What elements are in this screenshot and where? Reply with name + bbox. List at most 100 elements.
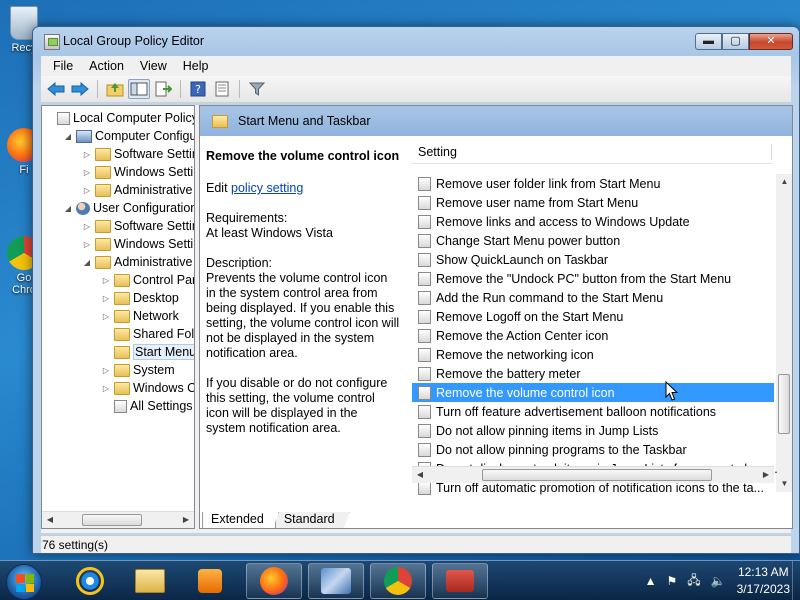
taskbar-internet-explorer[interactable]	[62, 563, 118, 599]
scroll-thumb[interactable]	[778, 374, 790, 434]
show-hidden-icons-icon[interactable]: ▲	[645, 574, 657, 588]
scroll-right-arrow-icon[interactable]: ▶	[178, 512, 194, 528]
expand-toggle-icon[interactable]: ▷	[101, 312, 111, 321]
setting-row[interactable]: Remove user name from Start Menu	[412, 193, 774, 212]
tree-item[interactable]: Local Computer Policy	[44, 109, 194, 127]
action-center-flag-icon[interactable]: ⚑	[667, 574, 678, 588]
scroll-down-arrow-icon[interactable]: ▼	[776, 476, 792, 492]
taskbar-media-player[interactable]	[182, 563, 238, 599]
tree-item[interactable]: Shared Folder	[101, 325, 194, 343]
expand-toggle-icon[interactable]: ◢	[63, 132, 73, 141]
setting-row[interactable]: Show QuickLaunch on Taskbar	[412, 250, 774, 269]
tree-item[interactable]: ◢ Administrative Te	[82, 253, 194, 271]
setting-row[interactable]: Remove the battery meter	[412, 364, 774, 383]
expand-toggle-icon[interactable]: ▷	[82, 150, 92, 159]
expand-toggle-icon[interactable]: ▷	[82, 168, 92, 177]
tree-item[interactable]: ◢ User Configuration	[63, 199, 194, 217]
back-arrow-icon[interactable]	[45, 79, 67, 99]
filter-icon[interactable]	[246, 79, 268, 99]
list-horizontal-scrollbar[interactable]: ◀ ▶	[412, 466, 774, 483]
export-list-icon[interactable]	[152, 79, 174, 99]
expand-toggle-icon[interactable]: ▷	[101, 294, 111, 303]
setting-row[interactable]: Remove user folder link from Start Menu	[412, 174, 774, 193]
scroll-left-arrow-icon[interactable]: ◀	[42, 512, 58, 528]
setting-row[interactable]: Remove the Action Center icon	[412, 326, 774, 345]
list-vertical-scrollbar[interactable]: ▲ ▼	[776, 174, 792, 492]
tree-item[interactable]: ▷ Control Panel	[101, 271, 194, 289]
tree-item[interactable]: ▷ Network	[101, 307, 179, 325]
details-header: Start Menu and Taskbar	[200, 106, 792, 136]
scroll-right-arrow-icon[interactable]: ▶	[758, 467, 774, 483]
tree-item[interactable]: ▷ Windows Cor	[101, 379, 194, 397]
setting-row[interactable]: Do not allow pinning items in Jump Lists	[412, 421, 774, 440]
title-bar[interactable]: Local Group Policy Editor ▬ ▢ ✕	[33, 27, 799, 57]
tree-item[interactable]: ▷ Desktop	[101, 289, 179, 307]
taskbar-chrome[interactable]	[370, 563, 426, 599]
scroll-thumb[interactable]	[82, 514, 142, 526]
tree-horizontal-scrollbar[interactable]: ◀ ▶	[42, 511, 194, 528]
setting-label: Remove user folder link from Start Menu	[436, 176, 661, 191]
edit-policy-setting-link[interactable]: policy setting	[231, 181, 303, 195]
setting-row[interactable]: Add the Run command to the Start Menu	[412, 288, 774, 307]
tree-item[interactable]: ◢ Computer Configura	[63, 127, 194, 145]
scroll-up-arrow-icon[interactable]: ▲	[776, 174, 792, 190]
taskbar-firefox[interactable]	[246, 563, 302, 599]
expand-toggle-icon[interactable]: ▷	[101, 366, 111, 375]
show-hide-tree-icon[interactable]	[128, 79, 150, 99]
expand-toggle-icon[interactable]: ▷	[101, 384, 111, 393]
help-icon[interactable]: ?	[187, 79, 209, 99]
taskbar-file-explorer[interactable]	[122, 563, 178, 599]
taskbar-network-app[interactable]	[308, 563, 364, 599]
folder-icon	[114, 327, 130, 341]
setting-row[interactable]: Remove the networking icon	[412, 345, 774, 364]
menu-file[interactable]: File	[45, 59, 81, 73]
tree-item[interactable]: ▷ Administrative Te	[82, 181, 194, 199]
tree-item[interactable]: ▷ Windows Setting	[82, 163, 194, 181]
scroll-left-arrow-icon[interactable]: ◀	[412, 467, 428, 483]
tree-item-label: Network	[133, 309, 179, 323]
tree-item[interactable]: Start Menu ar	[101, 343, 194, 361]
tab-extended[interactable]: Extended	[202, 512, 279, 528]
tree-item-label: Software Settings	[114, 147, 194, 161]
scroll-thumb[interactable]	[482, 469, 712, 481]
close-button[interactable]: ✕	[749, 33, 793, 50]
setting-row[interactable]: Change Start Menu power button	[412, 231, 774, 250]
setting-row[interactable]: Do not allow pinning programs to the Tas…	[412, 440, 774, 459]
tree-item[interactable]: ▷ Windows Setting	[82, 235, 194, 253]
network-icon[interactable]: 🖧	[687, 571, 700, 592]
setting-row[interactable]: Turn off feature advertisement balloon n…	[412, 402, 774, 421]
setting-row[interactable]: Remove the "Undock PC" button from the S…	[412, 269, 774, 288]
menu-help[interactable]: Help	[175, 59, 217, 73]
volume-icon[interactable]: 🔈	[711, 574, 726, 588]
setting-row[interactable]: Remove links and access to Windows Updat…	[412, 212, 774, 231]
expand-toggle-icon[interactable]: ▷	[101, 276, 111, 285]
expand-toggle-icon[interactable]: ▷	[82, 186, 92, 195]
tab-standard[interactable]: Standard	[274, 512, 350, 528]
show-desktop-button[interactable]	[792, 561, 800, 600]
setting-row[interactable]: Remove the volume control icon	[412, 383, 774, 402]
tree-item[interactable]: ▷ Software Settings	[82, 145, 194, 163]
policy-setting-icon	[418, 195, 431, 210]
start-button[interactable]	[6, 564, 42, 600]
tree-item[interactable]: All Settings	[101, 397, 193, 415]
menu-action[interactable]: Action	[81, 59, 132, 73]
menu-view[interactable]: View	[132, 59, 175, 73]
minimize-button[interactable]: ▬	[695, 33, 722, 50]
tree-item[interactable]: ▷ System	[101, 361, 175, 379]
desktop-icon-label: Fi	[19, 164, 29, 176]
expand-toggle-icon[interactable]: ◢	[82, 258, 92, 267]
taskbar-group-policy[interactable]	[432, 563, 488, 599]
clock[interactable]: 12:13 AM 3/17/2023	[737, 564, 790, 598]
maximize-button[interactable]: ▢	[722, 33, 749, 50]
forward-arrow-icon[interactable]	[69, 79, 91, 99]
up-folder-icon[interactable]	[104, 79, 126, 99]
folder-icon	[114, 381, 130, 395]
expand-toggle-icon[interactable]: ▷	[82, 240, 92, 249]
extended-view-icon[interactable]	[211, 79, 233, 99]
column-header-setting[interactable]: Setting	[412, 140, 772, 164]
expand-toggle-icon[interactable]: ◢	[63, 204, 73, 213]
tree-item[interactable]: ▷ Software Settings	[82, 217, 194, 235]
setting-row[interactable]: Remove Logoff on the Start Menu	[412, 307, 774, 326]
folder-icon	[114, 291, 130, 305]
expand-toggle-icon[interactable]: ▷	[82, 222, 92, 231]
